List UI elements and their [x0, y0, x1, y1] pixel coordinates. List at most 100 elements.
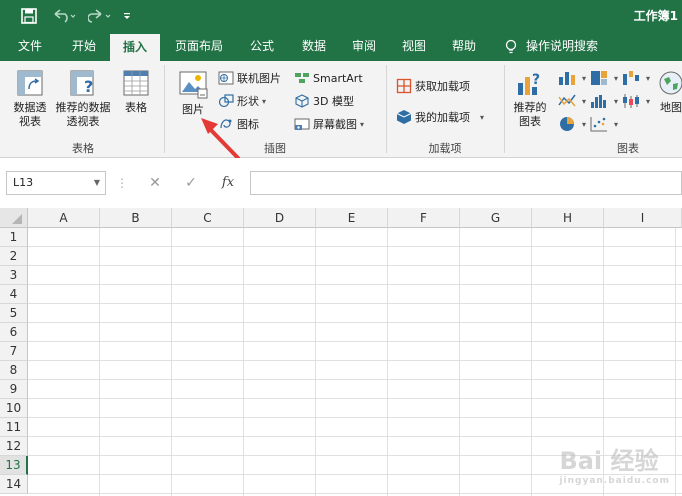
recommended-charts-icon: ?: [518, 72, 540, 95]
tab-view[interactable]: 视图: [392, 32, 436, 61]
undo-icon[interactable]: [50, 6, 78, 26]
ribbon-tabs: 文件 开始 插入 页面布局 公式 数据 审阅 视图 帮助 操作说明搜索: [0, 32, 682, 61]
screenshot-icon: [294, 118, 310, 130]
tab-data[interactable]: 数据: [292, 32, 336, 61]
online-picture-icon: [218, 71, 234, 85]
row-header[interactable]: 2: [0, 247, 28, 266]
svg-text:?: ?: [532, 72, 540, 88]
row-header[interactable]: 8: [0, 361, 28, 380]
column-chart-button[interactable]: ▾: [558, 68, 586, 88]
name-box[interactable]: L13 ▼: [6, 171, 106, 195]
formula-bar: L13 ▼ ⋮ ✕ ✓ fx: [0, 158, 682, 208]
3d-model-button[interactable]: 3D 模型: [294, 91, 354, 111]
column-chart-icon: [559, 72, 575, 85]
enter-icon[interactable]: ✓: [176, 171, 206, 195]
column-header-f[interactable]: F: [388, 208, 460, 228]
column-chart-dropdown-icon: ▾: [582, 73, 587, 83]
hierarchy-chart-icon: [591, 71, 607, 85]
recommended-pivot-icon: ?: [70, 70, 94, 96]
maps-button[interactable]: 地图: [656, 69, 682, 115]
name-box-dropdown-icon[interactable]: ▼: [94, 172, 100, 194]
statistic-chart-icon: [591, 95, 606, 108]
column-header-h[interactable]: H: [532, 208, 604, 228]
row-header[interactable]: 1: [0, 228, 28, 247]
smartart-button[interactable]: SmartArt: [294, 68, 363, 88]
tell-me-label: 操作说明搜索: [526, 39, 599, 53]
formula-input[interactable]: [250, 171, 682, 195]
customize-qat-icon[interactable]: [120, 6, 134, 26]
row-header[interactable]: 11: [0, 418, 28, 437]
hierarchy-chart-button[interactable]: ▾: [590, 68, 618, 88]
shapes-dropdown-icon: ▾: [262, 96, 267, 106]
my-addins-button[interactable]: 我的加载项 ▾: [396, 107, 484, 127]
select-all-button[interactable]: [0, 208, 28, 228]
tab-help[interactable]: 帮助: [442, 32, 486, 61]
row-header[interactable]: 10: [0, 399, 28, 418]
recommended-pivot-button[interactable]: ? 推荐的数据透视表: [52, 69, 114, 129]
row-header[interactable]: 14: [0, 475, 28, 494]
column-header-g[interactable]: G: [460, 208, 532, 228]
line-chart-button[interactable]: ▾: [558, 91, 586, 111]
row-header[interactable]: 5: [0, 304, 28, 323]
pivot-table-icon: [17, 70, 43, 96]
my-addins-icon: [396, 110, 412, 124]
line-chart-dropdown-icon: ▾: [582, 96, 587, 106]
tab-file[interactable]: 文件: [8, 32, 52, 61]
row-header[interactable]: 3: [0, 266, 28, 285]
table-icon: [123, 70, 149, 96]
screenshot-button[interactable]: 屏幕截图 ▾: [294, 114, 364, 134]
column-header-b[interactable]: B: [100, 208, 172, 228]
document-title: 工作簿1: [633, 9, 678, 23]
scatter-chart-button[interactable]: ▾: [590, 114, 618, 134]
row-header-selected[interactable]: 13: [0, 456, 28, 475]
addins-group-label: 加载项: [428, 142, 462, 155]
waterfall-chart-dropdown-icon: ▾: [646, 73, 651, 83]
insert-function-button[interactable]: fx: [212, 171, 244, 195]
select-all-triangle-icon: [12, 214, 22, 224]
tab-insert[interactable]: 插入: [110, 34, 160, 61]
shapes-label: 形状: [237, 95, 259, 108]
pie-chart-dropdown-icon: ▾: [582, 119, 587, 129]
pie-chart-button[interactable]: ▾: [558, 114, 586, 134]
recommended-charts-label: 推荐的图表: [513, 101, 547, 128]
tab-home[interactable]: 开始: [62, 32, 106, 61]
tables-group-label: 表格: [72, 142, 94, 155]
row-header[interactable]: 4: [0, 285, 28, 304]
waterfall-chart-icon: [623, 71, 639, 85]
save-icon[interactable]: [18, 6, 40, 26]
picture-button[interactable]: 图片: [172, 69, 214, 117]
redo-icon[interactable]: [86, 6, 114, 26]
stock-chart-dropdown-icon: ▾: [646, 96, 651, 106]
tab-page-layout[interactable]: 页面布局: [168, 32, 230, 61]
lightbulb-icon: [505, 39, 517, 53]
tell-me-search[interactable]: 操作说明搜索: [504, 32, 614, 61]
get-addins-button[interactable]: 获取加载项: [396, 76, 470, 96]
row-header[interactable]: 6: [0, 323, 28, 342]
tab-review[interactable]: 审阅: [342, 32, 386, 61]
column-header-a[interactable]: A: [28, 208, 100, 228]
recommended-charts-button[interactable]: ? 推荐的图表: [508, 69, 552, 129]
stock-chart-icon: [623, 94, 639, 108]
column-header-i[interactable]: I: [604, 208, 682, 228]
online-picture-button[interactable]: 联机图片: [218, 68, 281, 88]
statistic-chart-dropdown-icon: ▾: [614, 96, 619, 106]
waterfall-chart-button[interactable]: ▾: [622, 68, 650, 88]
row-header[interactable]: 12: [0, 437, 28, 456]
stock-chart-button[interactable]: ▾: [622, 91, 650, 111]
column-header-d[interactable]: D: [244, 208, 316, 228]
cancel-icon[interactable]: ✕: [140, 171, 170, 195]
recommended-pivot-label: 推荐的数据透视表: [55, 101, 111, 128]
statistic-chart-button[interactable]: ▾: [590, 91, 618, 111]
column-header-c[interactable]: C: [172, 208, 244, 228]
column-header-e[interactable]: E: [316, 208, 388, 228]
svg-text:?: ?: [84, 77, 93, 96]
picture-icon: [179, 71, 208, 99]
pivot-table-button[interactable]: 数据透视表: [8, 69, 52, 129]
row-header[interactable]: 7: [0, 342, 28, 361]
shapes-button[interactable]: 形状 ▾: [218, 91, 266, 111]
tab-formulas[interactable]: 公式: [240, 32, 284, 61]
row-header[interactable]: 9: [0, 380, 28, 399]
globe-icon: [659, 71, 682, 95]
table-button[interactable]: 表格: [116, 69, 156, 115]
scatter-chart-icon: [590, 117, 607, 132]
